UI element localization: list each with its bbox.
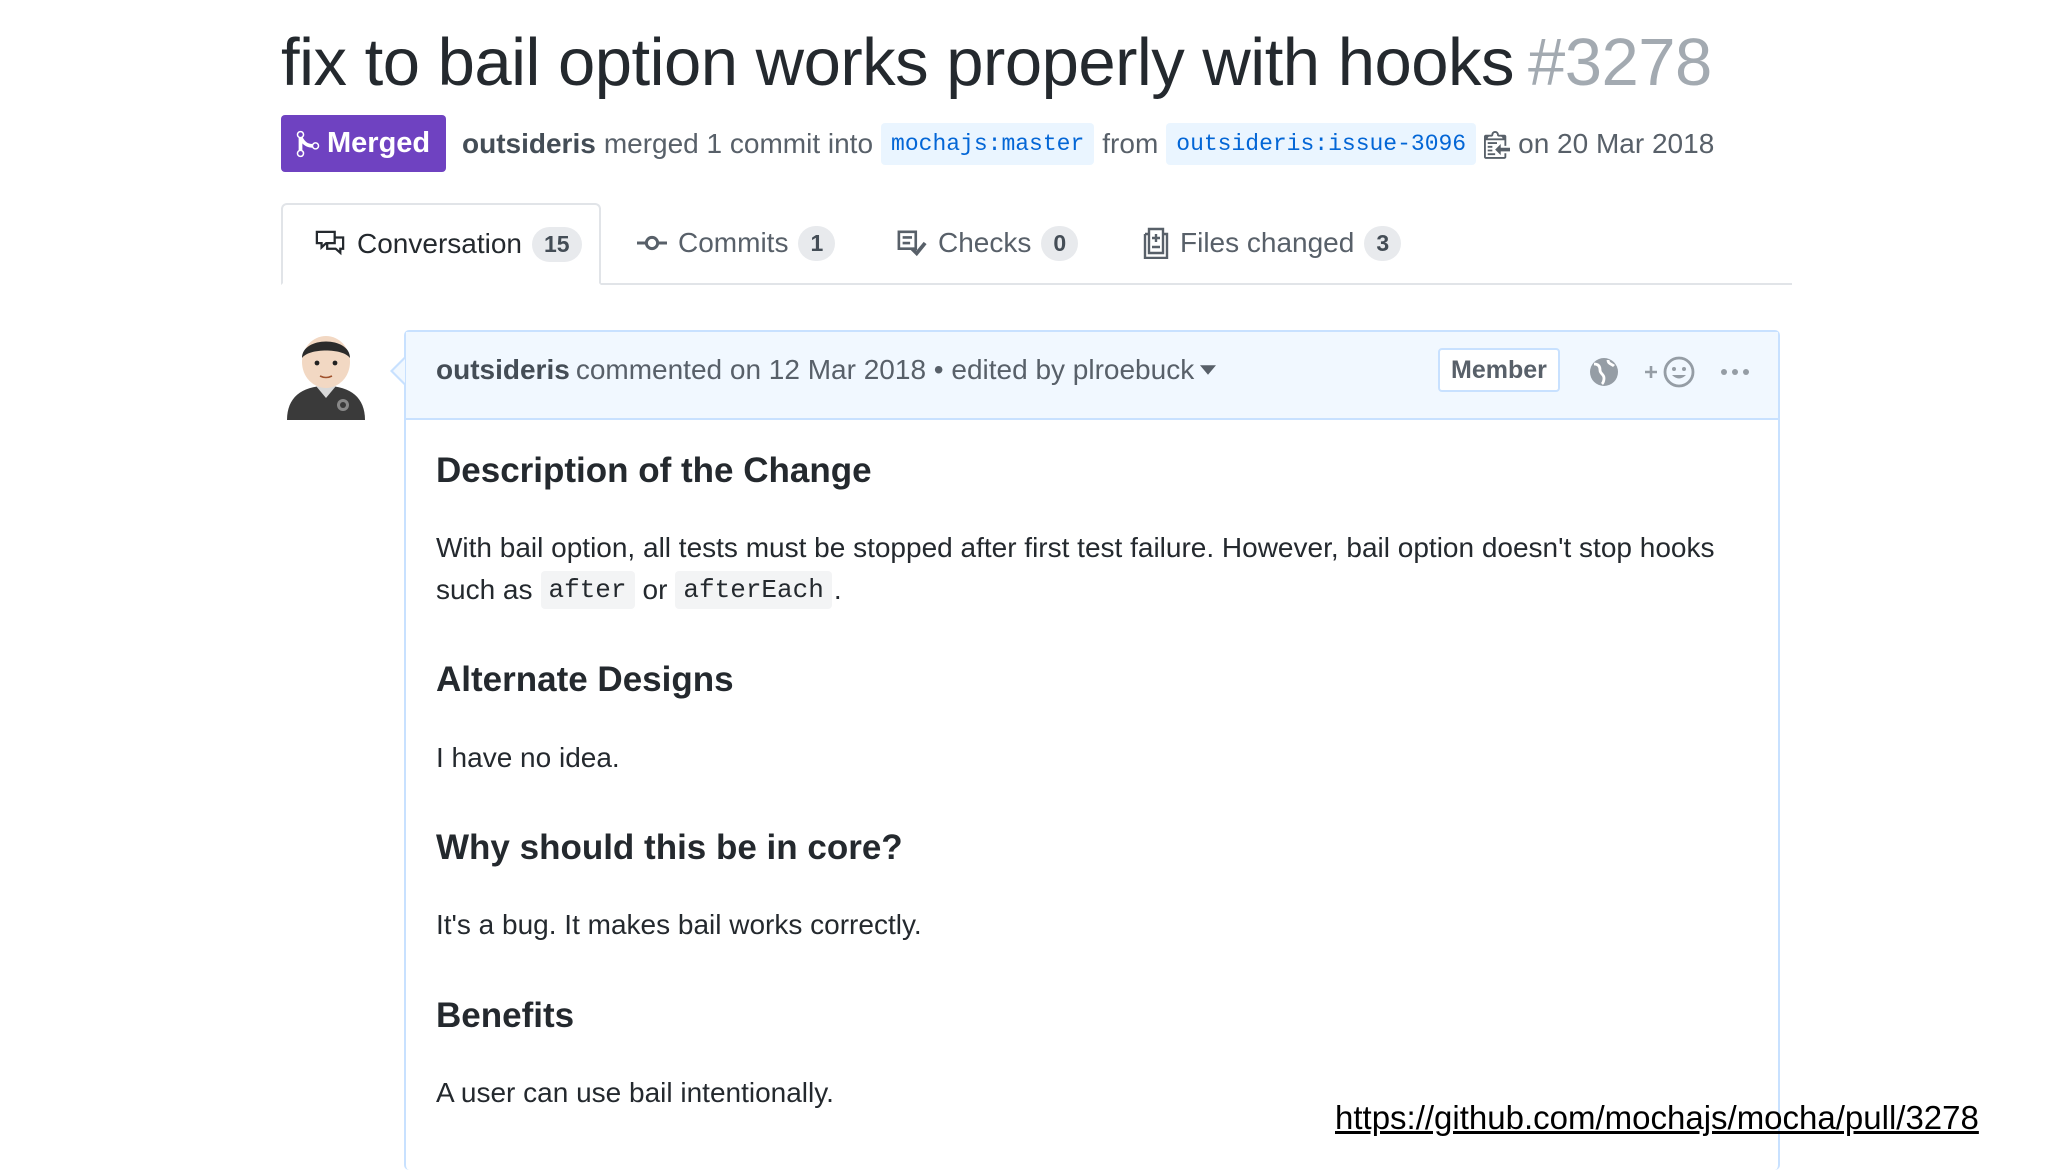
source-url-link[interactable]: https://github.com/mochajs/mocha/pull/32…: [1335, 1099, 1979, 1137]
why-core-heading: Why should this be in core?: [436, 828, 903, 867]
pr-from-text: from: [1102, 127, 1159, 159]
tab-conversation-label: Conversation: [357, 228, 522, 259]
pr-number: #3278: [1527, 25, 1712, 100]
avatar[interactable]: [283, 328, 369, 420]
tab-files-changed[interactable]: Files changed 3: [1142, 203, 1402, 283]
tab-commits-count: 1: [798, 225, 836, 261]
merged-status-label: Merged: [327, 127, 431, 159]
description-line-1: With bail option, all tests must be stop…: [436, 532, 1715, 563]
description-line-2-prefix: such as: [436, 574, 533, 605]
pr-tabs: Conversation 15 Commits 1 Checks 0 Files…: [281, 203, 1792, 285]
alternate-designs-heading: Alternate Designs: [436, 660, 734, 699]
globe-icon[interactable]: [1588, 356, 1620, 388]
code-aftereach: afterEach: [675, 571, 832, 609]
comment-author-link[interactable]: outsideris: [436, 354, 570, 386]
tab-checks-count: 0: [1041, 225, 1079, 261]
pr-merge-text: merged 1 commit into: [603, 127, 874, 159]
description-heading: Description of the Change: [436, 451, 872, 490]
description-or: or: [642, 574, 668, 605]
alternate-designs-text: I have no idea.: [436, 742, 620, 773]
file-diff-icon: [1143, 227, 1169, 259]
tab-files-changed-count: 3: [1364, 225, 1402, 261]
add-reaction-icon[interactable]: [1643, 356, 1697, 388]
author-association-badge: Member: [1438, 348, 1560, 392]
base-branch[interactable]: mochajs:master: [881, 122, 1095, 165]
comment-caret-inner: [393, 359, 405, 383]
pr-title-text: fix to bail option works properly with h…: [281, 25, 1514, 100]
chevron-down-icon[interactable]: [1200, 364, 1217, 376]
why-core-text: It's a bug. It makes bail works correctl…: [436, 909, 922, 940]
kebab-horizontal-icon[interactable]: [1720, 364, 1750, 380]
comment-meta-text[interactable]: commented on 12 Mar 2018 • edited by plr…: [576, 354, 1194, 386]
benefits-text: A user can use bail intentionally.: [436, 1077, 834, 1108]
merged-status-badge: Merged: [281, 115, 447, 172]
clipboard-icon[interactable]: [1484, 129, 1511, 159]
pr-title: fix to bail option works properly with h…: [281, 24, 1712, 101]
pr-merge-date: on 20 Mar 2018: [1518, 127, 1715, 159]
git-commit-icon: [637, 235, 667, 251]
tab-commits-label: Commits: [678, 227, 789, 258]
code-after: after: [540, 571, 635, 609]
tab-conversation-count: 15: [531, 226, 582, 262]
description-line-2: such as after or afterEach.: [436, 571, 842, 609]
git-merge-icon: [296, 130, 320, 157]
checklist-icon: [897, 230, 927, 257]
tab-checks[interactable]: Checks 0: [896, 203, 1079, 283]
pr-meta: outsideris merged 1 commit into mochajs:…: [462, 115, 1714, 172]
tab-files-changed-label: Files changed: [1180, 227, 1355, 258]
tab-checks-label: Checks: [938, 227, 1032, 258]
description-period: .: [833, 574, 842, 605]
tab-conversation[interactable]: Conversation 15: [281, 203, 601, 285]
head-branch[interactable]: outsideris:issue-3096: [1166, 122, 1477, 165]
comment-meta: outsideris commented on 12 Mar 2018 • ed…: [436, 354, 1217, 386]
tab-commits[interactable]: Commits 1: [636, 203, 836, 283]
benefits-heading: Benefits: [436, 996, 575, 1035]
pr-author-link[interactable]: outsideris: [462, 128, 596, 160]
comment-discussion-icon: [315, 230, 345, 256]
